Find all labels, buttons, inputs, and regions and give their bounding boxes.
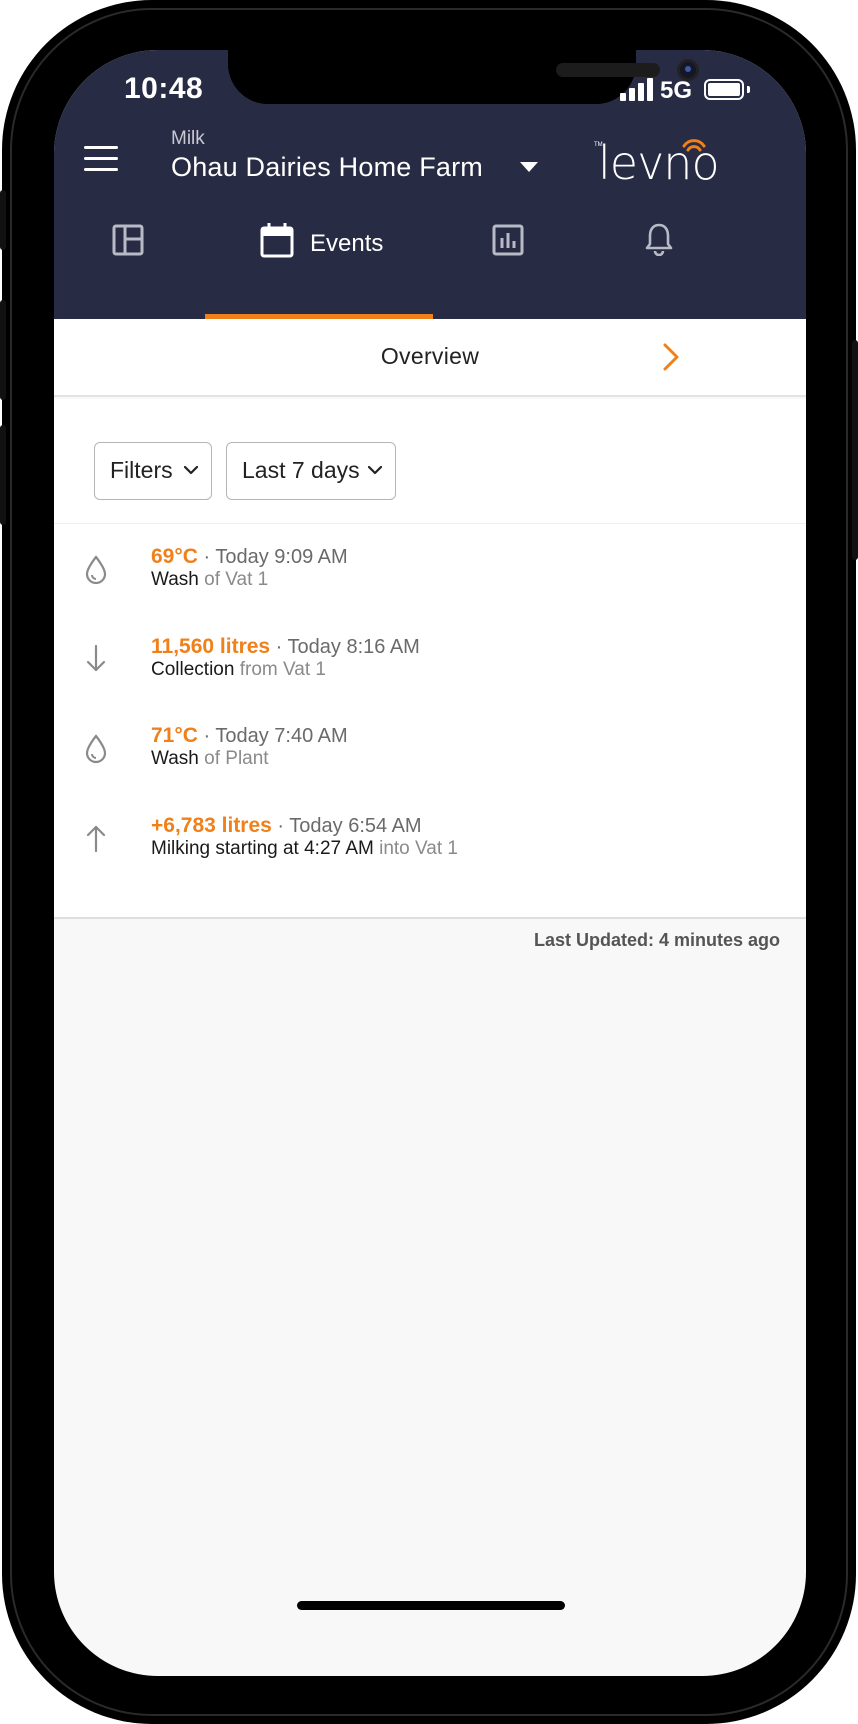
battery-cap [747, 86, 750, 93]
event-value: 11,560 litres [151, 635, 271, 658]
event-detail: of Vat 1 [204, 569, 269, 590]
event-action: Wash [151, 569, 199, 590]
network-label: 5G [660, 77, 693, 104]
event-time: Today 7:40 AM [215, 725, 348, 747]
last-updated-text: Last Updated: 4 minutes ago [533, 930, 780, 950]
event-item[interactable]: +6,783 litres · Today 6:54 AM Milking st… [54, 793, 806, 891]
event-item[interactable]: 11,560 litres · Today 8:16 AM Collection… [54, 614, 806, 712]
side-button [0, 300, 6, 400]
event-list: 69°C · Today 9:09 AM Wash of Vat 1 11,56… [54, 524, 806, 919]
farm-category: Milk [171, 128, 205, 149]
event-summary: 69°C · Today 9:09 AM [151, 545, 348, 568]
overview-bar[interactable]: Overview [54, 319, 806, 397]
event-item[interactable]: 71°C · Today 7:40 AM Wash of Plant [54, 703, 806, 801]
status-time: 10:48 [124, 72, 204, 105]
arrow-up-icon [86, 825, 106, 853]
side-button [0, 190, 6, 250]
event-description: Wash of Vat 1 [151, 569, 268, 591]
event-summary: +6,783 litres · Today 6:54 AM [151, 814, 422, 837]
bell-icon [645, 223, 673, 256]
battery-level [708, 83, 740, 96]
tab-alerts[interactable] [584, 210, 806, 319]
event-detail: from Vat 1 [239, 659, 326, 680]
tab-events[interactable]: Events [205, 210, 433, 319]
overview-label: Overview [380, 343, 480, 369]
app-header: 10:48 5G Milk Ohau Dairies Home Farm TM … [54, 50, 806, 319]
tab-events-label: Events [310, 230, 384, 257]
caret-down-icon[interactable] [520, 162, 538, 172]
filter-toolbar: Filters Last 7 days [54, 399, 806, 524]
filters-dropdown[interactable]: Filters [94, 442, 212, 500]
chevron-down-icon [184, 465, 198, 475]
event-description: Milking starting at 4:27 AM into Vat 1 [151, 838, 458, 860]
arrow-down-icon [86, 644, 106, 672]
event-time: Today 9:09 AM [215, 546, 348, 568]
event-summary: 11,560 litres · Today 8:16 AM [151, 635, 420, 658]
chevron-down-icon [368, 465, 382, 475]
brand-logo: TM levno [594, 136, 720, 190]
event-value: +6,783 litres [151, 814, 272, 837]
droplet-icon [85, 734, 107, 764]
event-action: Wash [151, 748, 199, 769]
event-value: 71°C [151, 724, 198, 747]
event-value: 69°C [151, 545, 198, 568]
dashboard-icon [112, 224, 144, 256]
event-action: Collection [151, 659, 235, 680]
signal-waves-icon [682, 139, 706, 152]
notch [228, 50, 699, 104]
menu-icon[interactable] [84, 146, 118, 172]
calendar-icon [260, 223, 294, 258]
chart-icon [492, 224, 524, 256]
event-time: Today 6:54 AM [289, 815, 422, 837]
app-screen: 10:48 5G Milk Ohau Dairies Home Farm TM … [54, 50, 806, 1676]
tab-reports[interactable] [433, 210, 584, 319]
event-description: Collection from Vat 1 [151, 659, 326, 681]
event-action: Milking starting at 4:27 AM [151, 838, 374, 859]
home-indicator[interactable] [297, 1601, 565, 1610]
tab-dashboard[interactable] [54, 210, 205, 319]
droplet-icon [85, 555, 107, 585]
event-detail: into Vat 1 [379, 838, 458, 859]
event-detail: of Plant [204, 748, 269, 769]
event-description: Wash of Plant [151, 748, 269, 770]
filters-dropdown-label: Filters [110, 457, 173, 483]
chevron-right-icon[interactable] [660, 342, 682, 372]
signal-icon [620, 77, 654, 101]
event-item[interactable]: 69°C · Today 9:09 AM Wash of Vat 1 [54, 524, 806, 622]
speaker-icon [556, 63, 660, 77]
date-range-dropdown[interactable]: Last 7 days [226, 442, 396, 500]
farm-selector[interactable]: Ohau Dairies Home Farm [171, 152, 483, 183]
side-button [852, 340, 858, 560]
battery-icon [704, 79, 744, 100]
date-range-label: Last 7 days [242, 457, 360, 483]
event-time: Today 8:16 AM [287, 636, 420, 658]
side-button [0, 425, 6, 525]
tab-bar: Events [54, 210, 806, 319]
event-summary: 71°C · Today 7:40 AM [151, 724, 348, 747]
